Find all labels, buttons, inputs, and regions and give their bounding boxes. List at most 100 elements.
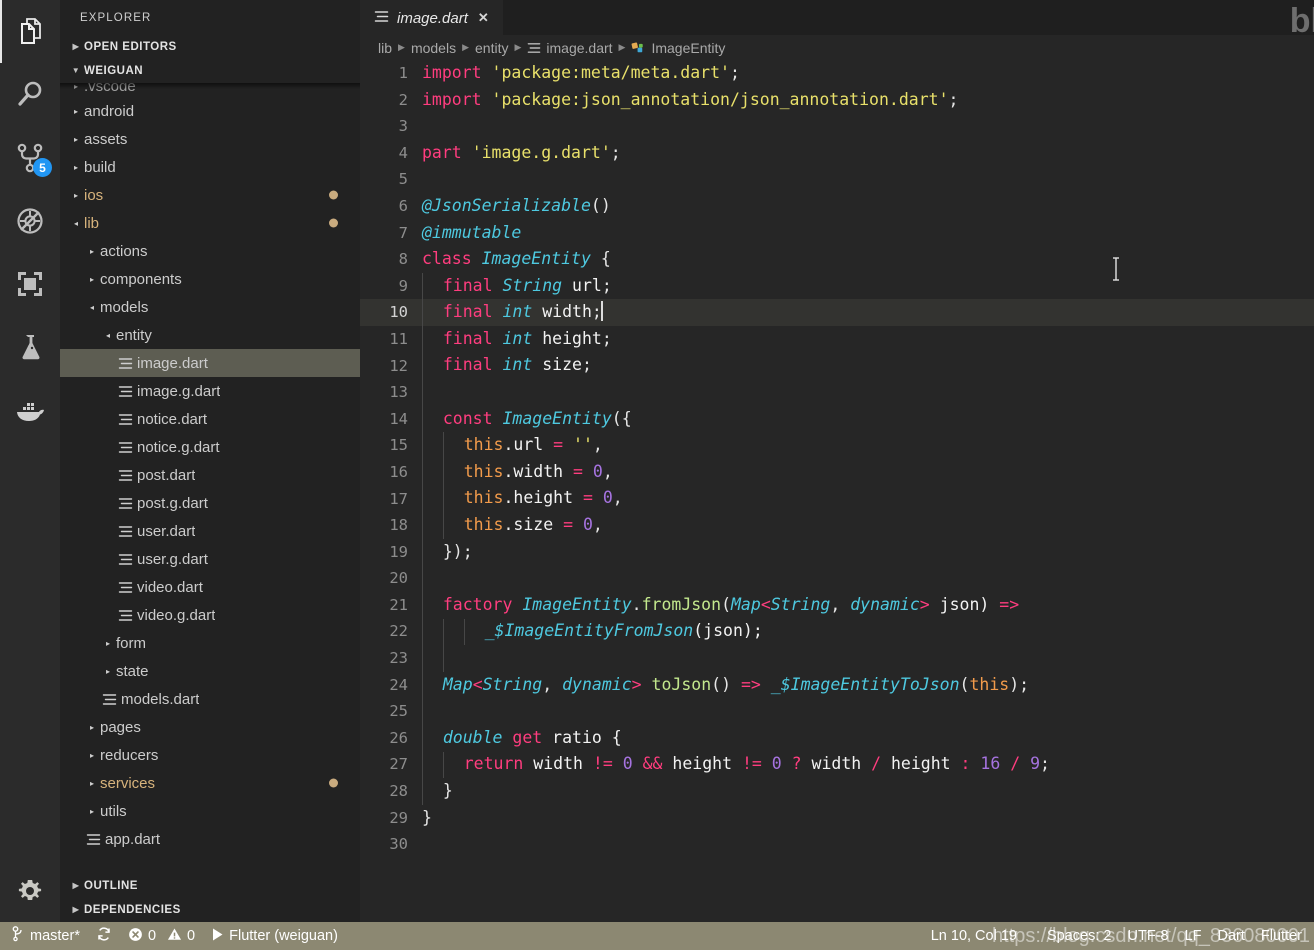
activity-item-testing[interactable] bbox=[0, 315, 60, 378]
tree-folder-row[interactable]: ▸ android bbox=[60, 97, 360, 125]
breadcrumb-item-symbol[interactable]: ImageEntity bbox=[631, 40, 725, 56]
code-line[interactable]: 30 bbox=[360, 831, 1314, 858]
status-language-mode[interactable]: Dart bbox=[1210, 928, 1253, 944]
tree-file-row[interactable]: image.g.dart bbox=[60, 377, 360, 405]
tree-folder-row[interactable]: ▸ state bbox=[60, 657, 360, 685]
activity-item-extensions[interactable] bbox=[0, 252, 60, 315]
tree-file-row[interactable]: notice.g.dart bbox=[60, 433, 360, 461]
code-line[interactable]: 19 }); bbox=[360, 538, 1314, 566]
tree-folder-row[interactable]: ▸ reducers bbox=[60, 741, 360, 769]
tree-file-row[interactable]: post.g.dart bbox=[60, 489, 360, 517]
code-line[interactable]: 18 this.size = 0, bbox=[360, 512, 1314, 539]
tree-file-row[interactable]: app.dart bbox=[60, 825, 360, 853]
code-line[interactable]: 28 } bbox=[360, 778, 1314, 805]
chevron-right-icon[interactable]: ▸ bbox=[68, 135, 84, 144]
chevron-right-icon[interactable]: ▸ bbox=[68, 107, 84, 116]
status-indentation[interactable]: Spaces: 2 bbox=[1039, 928, 1120, 944]
code-line[interactable]: 23 bbox=[360, 645, 1314, 672]
code-line[interactable]: 4 part 'image.g.dart'; bbox=[360, 140, 1314, 167]
tree-file-row[interactable]: models.dart bbox=[60, 685, 360, 713]
status-eol[interactable]: LF bbox=[1177, 928, 1210, 944]
code-line[interactable]: 8 class ImageEntity { bbox=[360, 246, 1314, 273]
file-tree[interactable]: ▸ .vscode ▸ android ▸ assets ▸ build ▸ ios ◂ lib ▸ ac… bbox=[60, 83, 360, 874]
chevron-right-icon[interactable]: ▸ bbox=[100, 667, 116, 676]
chevron-right-icon[interactable]: ▸ bbox=[84, 779, 100, 788]
tree-folder-row[interactable]: ▸ pages bbox=[60, 713, 360, 741]
chevron-down-icon[interactable]: ◂ bbox=[100, 331, 116, 340]
code-line[interactable]: 21 factory ImageEntity.fromJson(Map<Stri… bbox=[360, 591, 1314, 619]
tree-folder-row[interactable]: ▸ form bbox=[60, 629, 360, 657]
tree-file-row[interactable]: video.dart bbox=[60, 573, 360, 601]
code-line[interactable]: 26 double get ratio { bbox=[360, 724, 1314, 752]
breadcrumb-item-lib[interactable]: lib bbox=[378, 40, 392, 56]
status-sync[interactable] bbox=[88, 922, 120, 950]
tree-folder-row[interactable]: ◂ lib bbox=[60, 209, 360, 237]
tree-file-row[interactable]: user.dart bbox=[60, 517, 360, 545]
tree-file-row[interactable]: video.g.dart bbox=[60, 601, 360, 629]
code-line[interactable]: 17 this.height = 0, bbox=[360, 485, 1314, 513]
tree-file-row[interactable]: notice.dart bbox=[60, 405, 360, 433]
code-line[interactable]: 2 import 'package:json_annotation/json_an… bbox=[360, 87, 1314, 114]
code-line[interactable]: 22 _$ImageEntityFromJson(json); bbox=[360, 618, 1314, 646]
code-line[interactable]: 12 final int size; bbox=[360, 352, 1314, 380]
tree-folder-row[interactable]: ◂ entity bbox=[60, 321, 360, 349]
tree-file-row[interactable]: user.g.dart bbox=[60, 545, 360, 573]
activity-item-source-control[interactable]: 5 bbox=[0, 126, 60, 189]
code-line[interactable]: 25 bbox=[360, 698, 1314, 725]
code-line[interactable]: 3 bbox=[360, 113, 1314, 140]
tree-folder-row[interactable]: ▸ .vscode bbox=[60, 83, 360, 97]
tree-folder-row[interactable]: ◂ models bbox=[60, 293, 360, 321]
activity-item-explorer[interactable] bbox=[0, 0, 60, 63]
section-outline[interactable]: ▶ OUTLINE bbox=[60, 874, 360, 898]
breadcrumb-item-models[interactable]: models bbox=[411, 40, 456, 56]
status-encoding[interactable]: UTF-8 bbox=[1119, 928, 1176, 944]
code-line[interactable]: 11 final int height; bbox=[360, 326, 1314, 353]
status-branch[interactable]: master* bbox=[4, 922, 88, 950]
tree-folder-row[interactable]: ▸ actions bbox=[60, 237, 360, 265]
close-icon[interactable]: ✕ bbox=[476, 10, 491, 26]
breadcrumb-item-file[interactable]: image.dart bbox=[527, 40, 613, 56]
chevron-right-icon[interactable]: ▸ bbox=[68, 83, 84, 91]
tree-folder-row[interactable]: ▸ components bbox=[60, 265, 360, 293]
breadcrumb-item-entity[interactable]: entity bbox=[475, 40, 508, 56]
chevron-right-icon[interactable]: ▸ bbox=[84, 807, 100, 816]
chevron-right-icon[interactable]: ▸ bbox=[100, 639, 116, 648]
activity-item-manage[interactable] bbox=[0, 859, 60, 922]
chevron-right-icon[interactable]: ▸ bbox=[84, 247, 100, 256]
chevron-down-icon[interactable]: ◂ bbox=[84, 303, 100, 312]
code-line[interactable]: 14 const ImageEntity({ bbox=[360, 405, 1314, 433]
section-folder-weiguan[interactable]: ▼ WEIGUAN bbox=[60, 59, 360, 83]
tree-folder-row[interactable]: ▸ build bbox=[60, 153, 360, 181]
code-line[interactable]: 6 @JsonSerializable() bbox=[360, 193, 1314, 220]
code-editor[interactable]: 1 import 'package:meta/meta.dart'; 2 import… bbox=[360, 60, 1314, 922]
status-cursor-position[interactable]: Ln 10, Col 19 bbox=[923, 928, 1025, 944]
code-line[interactable]: 1 import 'package:meta/meta.dart'; bbox=[360, 60, 1314, 87]
tree-folder-row[interactable]: ▸ assets bbox=[60, 125, 360, 153]
code-line[interactable]: 27 return width != 0 && height != 0 ? wi… bbox=[360, 751, 1314, 779]
code-line[interactable]: 15 this.url = '', bbox=[360, 432, 1314, 460]
editor-tab-image-dart[interactable]: image.dart ✕ bbox=[360, 0, 503, 35]
code-line[interactable]: 29} bbox=[360, 805, 1314, 832]
code-line[interactable]: 9 final String url; bbox=[360, 272, 1314, 300]
code-line[interactable]: 10 final int width; bbox=[360, 299, 1314, 327]
tree-file-row[interactable]: post.dart bbox=[60, 461, 360, 489]
activity-item-docker[interactable] bbox=[0, 378, 60, 441]
tree-folder-row[interactable]: ▸ ios bbox=[60, 181, 360, 209]
chevron-right-icon[interactable]: ▸ bbox=[68, 163, 84, 172]
section-dependencies[interactable]: ▶ DEPENDENCIES bbox=[60, 898, 360, 922]
activity-item-search[interactable] bbox=[0, 63, 60, 126]
status-run-flutter[interactable]: Flutter (weiguan) bbox=[203, 922, 346, 950]
code-line[interactable]: 7 @immutable bbox=[360, 220, 1314, 247]
status-flutter-device[interactable]: Flutter bbox=[1253, 928, 1310, 944]
code-line[interactable]: 5 bbox=[360, 166, 1314, 193]
code-line[interactable]: 20 bbox=[360, 565, 1314, 592]
section-open-editors[interactable]: ▶ OPEN EDITORS bbox=[60, 35, 360, 59]
chevron-right-icon[interactable]: ▸ bbox=[68, 191, 84, 200]
code-line[interactable]: 13 bbox=[360, 379, 1314, 406]
chevron-right-icon[interactable]: ▸ bbox=[84, 275, 100, 284]
tree-file-row[interactable]: image.dart bbox=[60, 349, 360, 377]
chevron-right-icon[interactable]: ▸ bbox=[84, 751, 100, 760]
chevron-down-icon[interactable]: ◂ bbox=[68, 219, 84, 228]
code-line[interactable]: 16 this.width = 0, bbox=[360, 459, 1314, 486]
chevron-right-icon[interactable]: ▸ bbox=[84, 723, 100, 732]
